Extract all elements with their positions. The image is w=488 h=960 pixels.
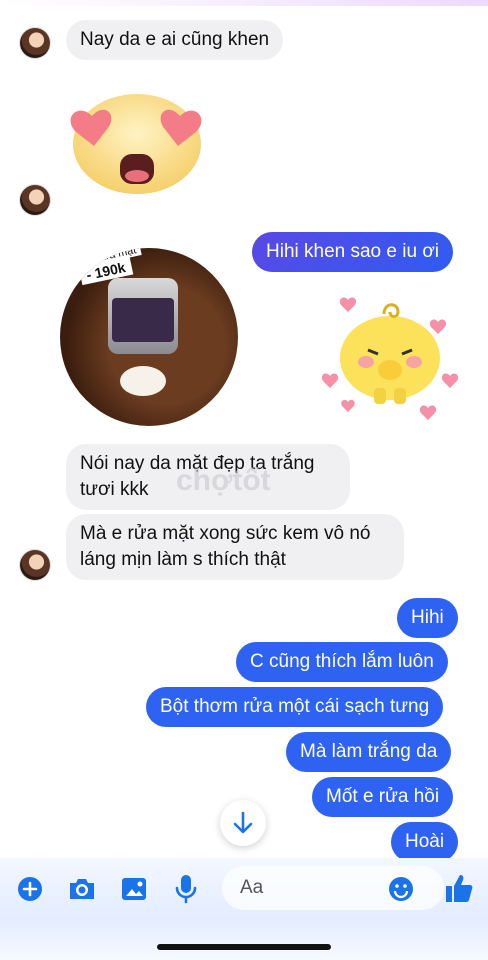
product-jar (108, 278, 178, 354)
message-incoming[interactable]: Mà e rửa mặt xong sức kem vô nó láng mịn… (66, 514, 404, 580)
message-outgoing[interactable]: Bột thơm rửa một cái sạch tưng (146, 687, 444, 727)
thumbs-up-icon[interactable] (444, 872, 474, 904)
message-outgoing[interactable]: Hihi (397, 598, 458, 638)
heart-eyes-emoji-icon[interactable] (64, 88, 210, 198)
message-input-placeholder: Aa (240, 877, 264, 898)
arrow-down-icon (233, 811, 253, 834)
plus-icon[interactable] (17, 876, 43, 902)
microphone-icon[interactable] (174, 874, 198, 904)
message-outgoing[interactable]: Mốt e rửa hồi (312, 777, 454, 817)
contact-avatar[interactable] (20, 185, 50, 215)
message-incoming[interactable]: Nay da e ai cũng khen (66, 20, 284, 60)
home-indicator[interactable] (157, 944, 331, 950)
message-outgoing[interactable]: Hoài (391, 822, 459, 862)
message-outgoing[interactable]: Mà làm trắng da (286, 732, 452, 772)
image-icon[interactable] (120, 876, 148, 902)
message-line: láng mịn làm s thích thật (80, 549, 286, 570)
message-outgoing[interactable]: C cũng thích lắm luôn (236, 642, 448, 682)
contact-avatar[interactable] (20, 28, 50, 58)
watermark: chợtốt (176, 464, 271, 497)
top-edge (0, 0, 488, 6)
product-photo[interactable]: - 190k rửa mặt (60, 248, 238, 426)
emoji-icon[interactable] (388, 876, 414, 902)
contact-avatar[interactable] (20, 550, 50, 580)
chick-sticker-icon[interactable] (320, 290, 460, 420)
scroll-to-bottom-button[interactable] (220, 800, 266, 846)
camera-icon[interactable] (67, 876, 97, 902)
message-outgoing[interactable]: Hihi khen sao e iu ơi (252, 232, 453, 272)
message-line: Mà e rửa mặt xong sức kem vô nó (80, 523, 371, 544)
powder-scoop (120, 366, 166, 396)
